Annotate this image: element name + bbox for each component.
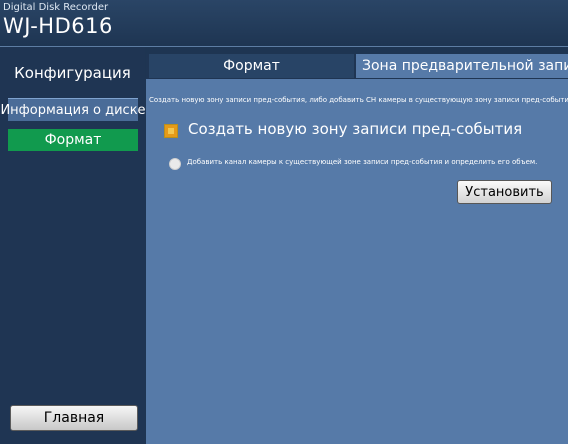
sidebar-item-disk-info[interactable]: Информация о диске (0, 98, 146, 121)
sidebar-title: Конфигурация (14, 64, 131, 82)
option-new-zone-label[interactable]: Создать новую зону записи пред-события (188, 120, 522, 138)
model-label: WJ-HD616 (3, 14, 113, 38)
option-add-channel-label[interactable]: Добавить канал камеры к существующей зон… (187, 158, 537, 166)
content-panel: Создать новую зону записи пред-события, … (146, 79, 568, 444)
tab-pre-event-zone[interactable]: Зона предварительной записи (356, 54, 568, 78)
sidebar: Конфигурация Информация о диске Формат Г… (0, 47, 146, 444)
option-new-zone-radio[interactable] (164, 124, 178, 138)
sidebar-item-format[interactable]: Формат (8, 129, 138, 151)
description-text: Создать новую зону записи пред-события, … (149, 96, 568, 104)
header-bar: Digital Disk Recorder WJ-HD616 (0, 0, 568, 47)
main-panel: Формат Зона предварительной записи Созда… (146, 54, 568, 444)
product-line-label: Digital Disk Recorder (3, 2, 109, 13)
option-add-channel-radio[interactable] (169, 158, 181, 170)
tab-format[interactable]: Формат (149, 54, 354, 78)
set-button[interactable]: Установить (457, 180, 552, 204)
home-button[interactable]: Главная (10, 405, 138, 431)
